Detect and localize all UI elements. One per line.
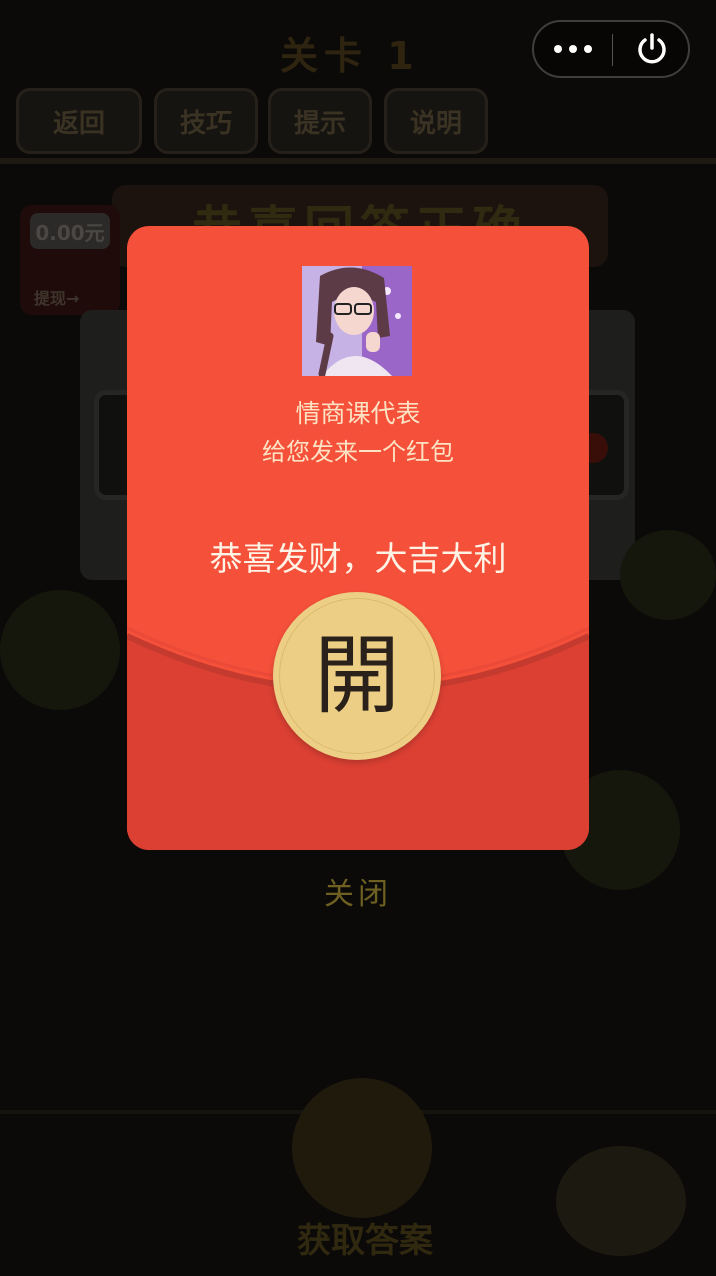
sender-name: 情商课代表 <box>295 399 421 428</box>
bg-leaf-left <box>0 590 120 710</box>
bg-lightbulb-icon <box>292 1078 432 1218</box>
bg-chick-icon <box>556 1146 686 1256</box>
bg-tips-label: 技巧 <box>179 108 232 139</box>
bg-info-label: 说明 <box>409 108 462 139</box>
capsule-separator <box>612 34 613 66</box>
bg-back-label: 返回 <box>52 108 105 139</box>
miniprogram-capsule <box>532 20 690 78</box>
bg-hint-button: 提示 <box>268 88 372 154</box>
bg-money-widget: 0.00元 提现→ <box>20 205 120 315</box>
bg-divider <box>0 158 716 164</box>
open-label: 開 <box>314 626 400 726</box>
open-packet-button[interactable]: 開 <box>273 592 441 760</box>
power-icon[interactable] <box>614 22 690 76</box>
bg-back-button: 返回 <box>16 88 142 154</box>
bg-leaf-right <box>620 530 716 620</box>
bg-withdraw-link: 提现→ <box>34 289 80 308</box>
bg-level-title: 关卡 1 <box>280 34 420 78</box>
bg-hint-label: 提示 <box>293 108 346 139</box>
packet-subtitle: 给您发来一个红包 <box>262 438 454 466</box>
sender-avatar <box>302 266 412 376</box>
bg-get-answer-label: 获取答案 <box>297 1220 433 1261</box>
bg-tips-button: 技巧 <box>154 88 258 154</box>
close-button[interactable]: 关闭 <box>308 866 408 916</box>
more-dots-icon[interactable] <box>534 22 612 76</box>
packet-blessing: 恭喜发财，大吉大利 <box>209 539 507 578</box>
bg-info-button: 说明 <box>384 88 488 154</box>
bg-money-amount: 0.00元 <box>30 213 110 249</box>
red-packet-modal: 情商课代表 给您发来一个红包 恭喜发财，大吉大利 開 <box>127 226 589 850</box>
